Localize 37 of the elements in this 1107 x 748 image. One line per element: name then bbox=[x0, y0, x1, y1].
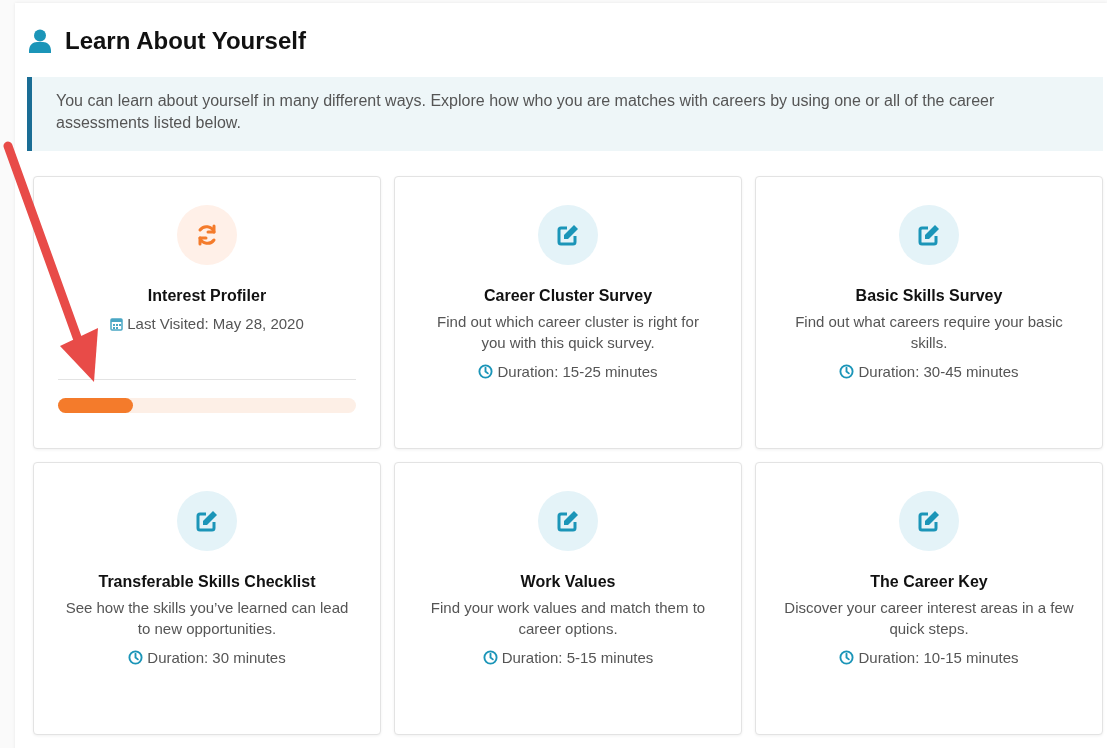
edit-icon bbox=[195, 509, 219, 533]
assessment-card[interactable]: Transferable Skills Checklist See how the skills you’ve learned can lead to new opportunities. Duration: 30 minutes bbox=[33, 462, 381, 735]
last-visited-text: Last Visited: May 28, 2020 bbox=[127, 315, 304, 332]
clock-icon bbox=[839, 650, 855, 665]
card-title: Career Cluster Survey bbox=[483, 287, 653, 305]
card-title: The Career Key bbox=[870, 573, 988, 591]
edit-icon bbox=[556, 509, 580, 533]
clock-icon bbox=[478, 364, 494, 379]
card-description: See how the skills you’ve learned can lead to new opportunities. bbox=[64, 598, 350, 639]
assessment-card[interactable]: The Career Key Discover your career interest areas in a few quick steps. Duration: 10-15 minutes bbox=[755, 462, 1103, 735]
assessment-card[interactable]: Career Cluster Survey Find out which career cluster is right for you with this quick survey. Duration: 15-25 minutes bbox=[394, 176, 742, 449]
duration-text: Duration: 30 minutes bbox=[147, 649, 286, 666]
edit-icon bbox=[556, 223, 580, 247]
clock-icon bbox=[128, 650, 144, 665]
card-title: Interest Profiler bbox=[147, 287, 267, 305]
card-title: Transferable Skills Checklist bbox=[98, 573, 316, 591]
edit-icon bbox=[917, 509, 941, 533]
clock-icon bbox=[482, 650, 498, 665]
card-description: Find your work values and match them to career options. bbox=[429, 598, 707, 639]
duration-text: Duration: 15-25 minutes bbox=[497, 363, 658, 380]
duration-text: Duration: 10-15 minutes bbox=[858, 649, 1019, 666]
card-title: Work Values bbox=[520, 573, 616, 591]
card-description: Find out which career cluster is right for you with this quick survey. bbox=[436, 312, 700, 353]
duration-text: Duration: 30-45 minutes bbox=[858, 363, 1019, 380]
assessment-card[interactable]: Interest Profiler Last Visited: May 28, 2020 bbox=[33, 176, 381, 449]
duration-text: Duration: 5-15 minutes bbox=[501, 649, 654, 666]
info-banner: You can learn about yourself in many different ways. Explore how who you are matches with careers by using one or all of the career assessments listed below. bbox=[27, 77, 1103, 151]
edit-icon bbox=[917, 223, 941, 247]
card-title: Basic Skills Survey bbox=[855, 287, 1003, 305]
assessment-card[interactable]: Work Values Find your work values and match them to career options. Duration: 5-15 minutes bbox=[394, 462, 742, 735]
clock-icon bbox=[839, 364, 855, 379]
assessment-card[interactable]: Basic Skills Survey Find out what careers require your basic skills. Duration: 30-45 minutes bbox=[755, 176, 1103, 449]
user-icon bbox=[29, 29, 51, 53]
section-title: Learn About Yourself bbox=[65, 27, 306, 55]
card-description: Find out what careers require your basic skills. bbox=[794, 312, 1064, 353]
card-description: Discover your career interest areas in a few quick steps. bbox=[784, 598, 1074, 639]
calendar-icon bbox=[110, 316, 124, 331]
